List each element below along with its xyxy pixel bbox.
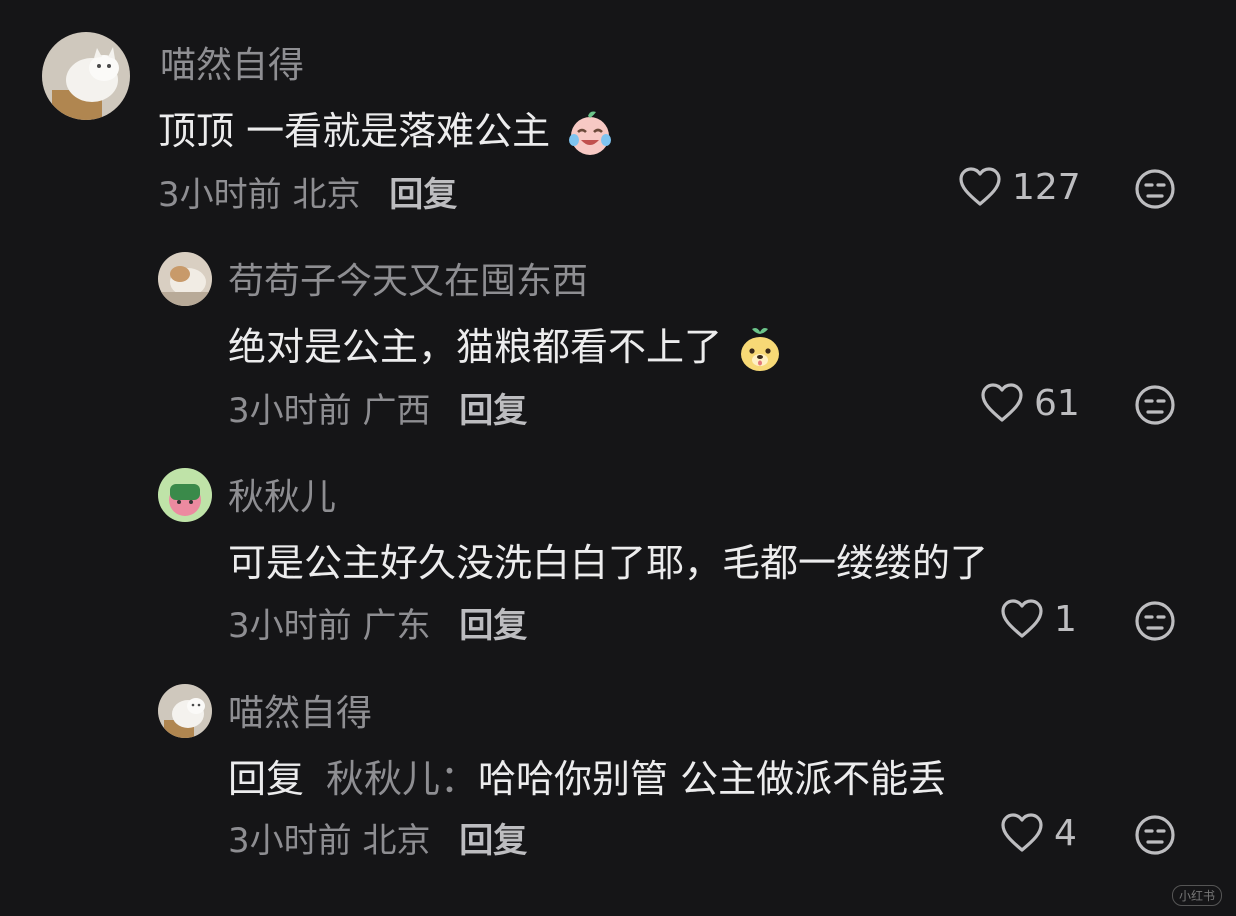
reply-button[interactable]: 回复	[389, 175, 457, 215]
neutral-face-icon	[1135, 169, 1175, 209]
heart-outline-icon	[959, 167, 1001, 206]
location: 广西	[362, 391, 431, 431]
dislike-button[interactable]	[1134, 168, 1176, 214]
comment-text: 顶顶 一看就是落难公主	[158, 100, 614, 158]
comment-meta: 3小时前 北京 回复	[158, 167, 457, 216]
heart-outline-icon	[981, 383, 1023, 422]
heart-outline-icon	[1001, 813, 1043, 852]
like-button[interactable]: 127	[958, 166, 1081, 208]
location: 北京	[362, 821, 431, 861]
comment-text: 可是公主好久没洗白白了耶，毛都一缕缕的了	[228, 532, 988, 587]
comment-text-content: 绝对是公主，猫粮都看不上了	[228, 325, 723, 369]
like-button[interactable]: 61	[980, 382, 1080, 424]
dislike-button[interactable]	[1134, 384, 1176, 430]
timestamp: 3小时前	[228, 821, 352, 861]
like-count: 127	[1012, 166, 1081, 208]
comment-text: 绝对是公主，猫粮都看不上了	[228, 316, 784, 374]
yellow-puppy-emoji	[741, 327, 780, 371]
cat-photo-avatar-image	[158, 252, 212, 306]
like-count: 4	[1054, 812, 1077, 854]
like-button[interactable]: 4	[1000, 812, 1077, 854]
avatar[interactable]	[42, 32, 130, 120]
like-button[interactable]: 1	[1000, 598, 1077, 640]
comment-text-content: 哈哈你别管 公主做派不能丢	[478, 757, 947, 801]
watermark: 小红书	[1171, 885, 1222, 906]
reply-button[interactable]: 回复	[459, 606, 527, 646]
dislike-button[interactable]	[1134, 600, 1176, 646]
avatar[interactable]	[158, 468, 212, 522]
username[interactable]: 苟苟子今天又在囤东西	[228, 252, 588, 304]
heart-outline-icon	[1001, 599, 1043, 638]
comment-meta: 3小时前 北京 回复	[228, 813, 527, 862]
neutral-face-icon	[1135, 601, 1175, 641]
avatar[interactable]	[158, 252, 212, 306]
location: 广东	[362, 606, 431, 646]
comment-text-content: 可是公主好久没洗白白了耶，毛都一缕缕的了	[228, 541, 989, 585]
username[interactable]: 秋秋儿	[228, 468, 336, 520]
timestamp: 3小时前	[158, 175, 282, 215]
comment-text-content: 顶顶 一看就是落难公主	[158, 109, 551, 153]
dislike-button[interactable]	[1134, 814, 1176, 860]
neutral-face-icon	[1135, 385, 1175, 425]
white-cat-avatar-image	[42, 32, 130, 120]
cartoon-avatar-image	[158, 468, 212, 522]
neutral-face-icon	[1135, 815, 1175, 855]
reply-prefix: 回复	[228, 757, 305, 801]
white-cat-avatar-image	[158, 684, 212, 738]
location: 北京	[292, 175, 361, 215]
username[interactable]: 喵然自得	[160, 36, 304, 88]
reply-button[interactable]: 回复	[459, 821, 527, 861]
timestamp: 3小时前	[228, 606, 352, 646]
like-count: 61	[1034, 382, 1080, 424]
comment-meta: 3小时前 广东 回复	[228, 598, 527, 647]
like-count: 1	[1054, 598, 1077, 640]
comment-meta: 3小时前 广西 回复	[228, 383, 527, 432]
username[interactable]: 喵然自得	[228, 684, 372, 736]
avatar[interactable]	[158, 684, 212, 738]
comment-text: 回复 秋秋儿：哈哈你别管 公主做派不能丢	[228, 748, 946, 803]
reply-target-username[interactable]: 秋秋儿：	[326, 757, 478, 801]
crying-laughing-face-emoji	[569, 111, 612, 155]
reply-button[interactable]: 回复	[459, 391, 527, 431]
timestamp: 3小时前	[228, 391, 352, 431]
